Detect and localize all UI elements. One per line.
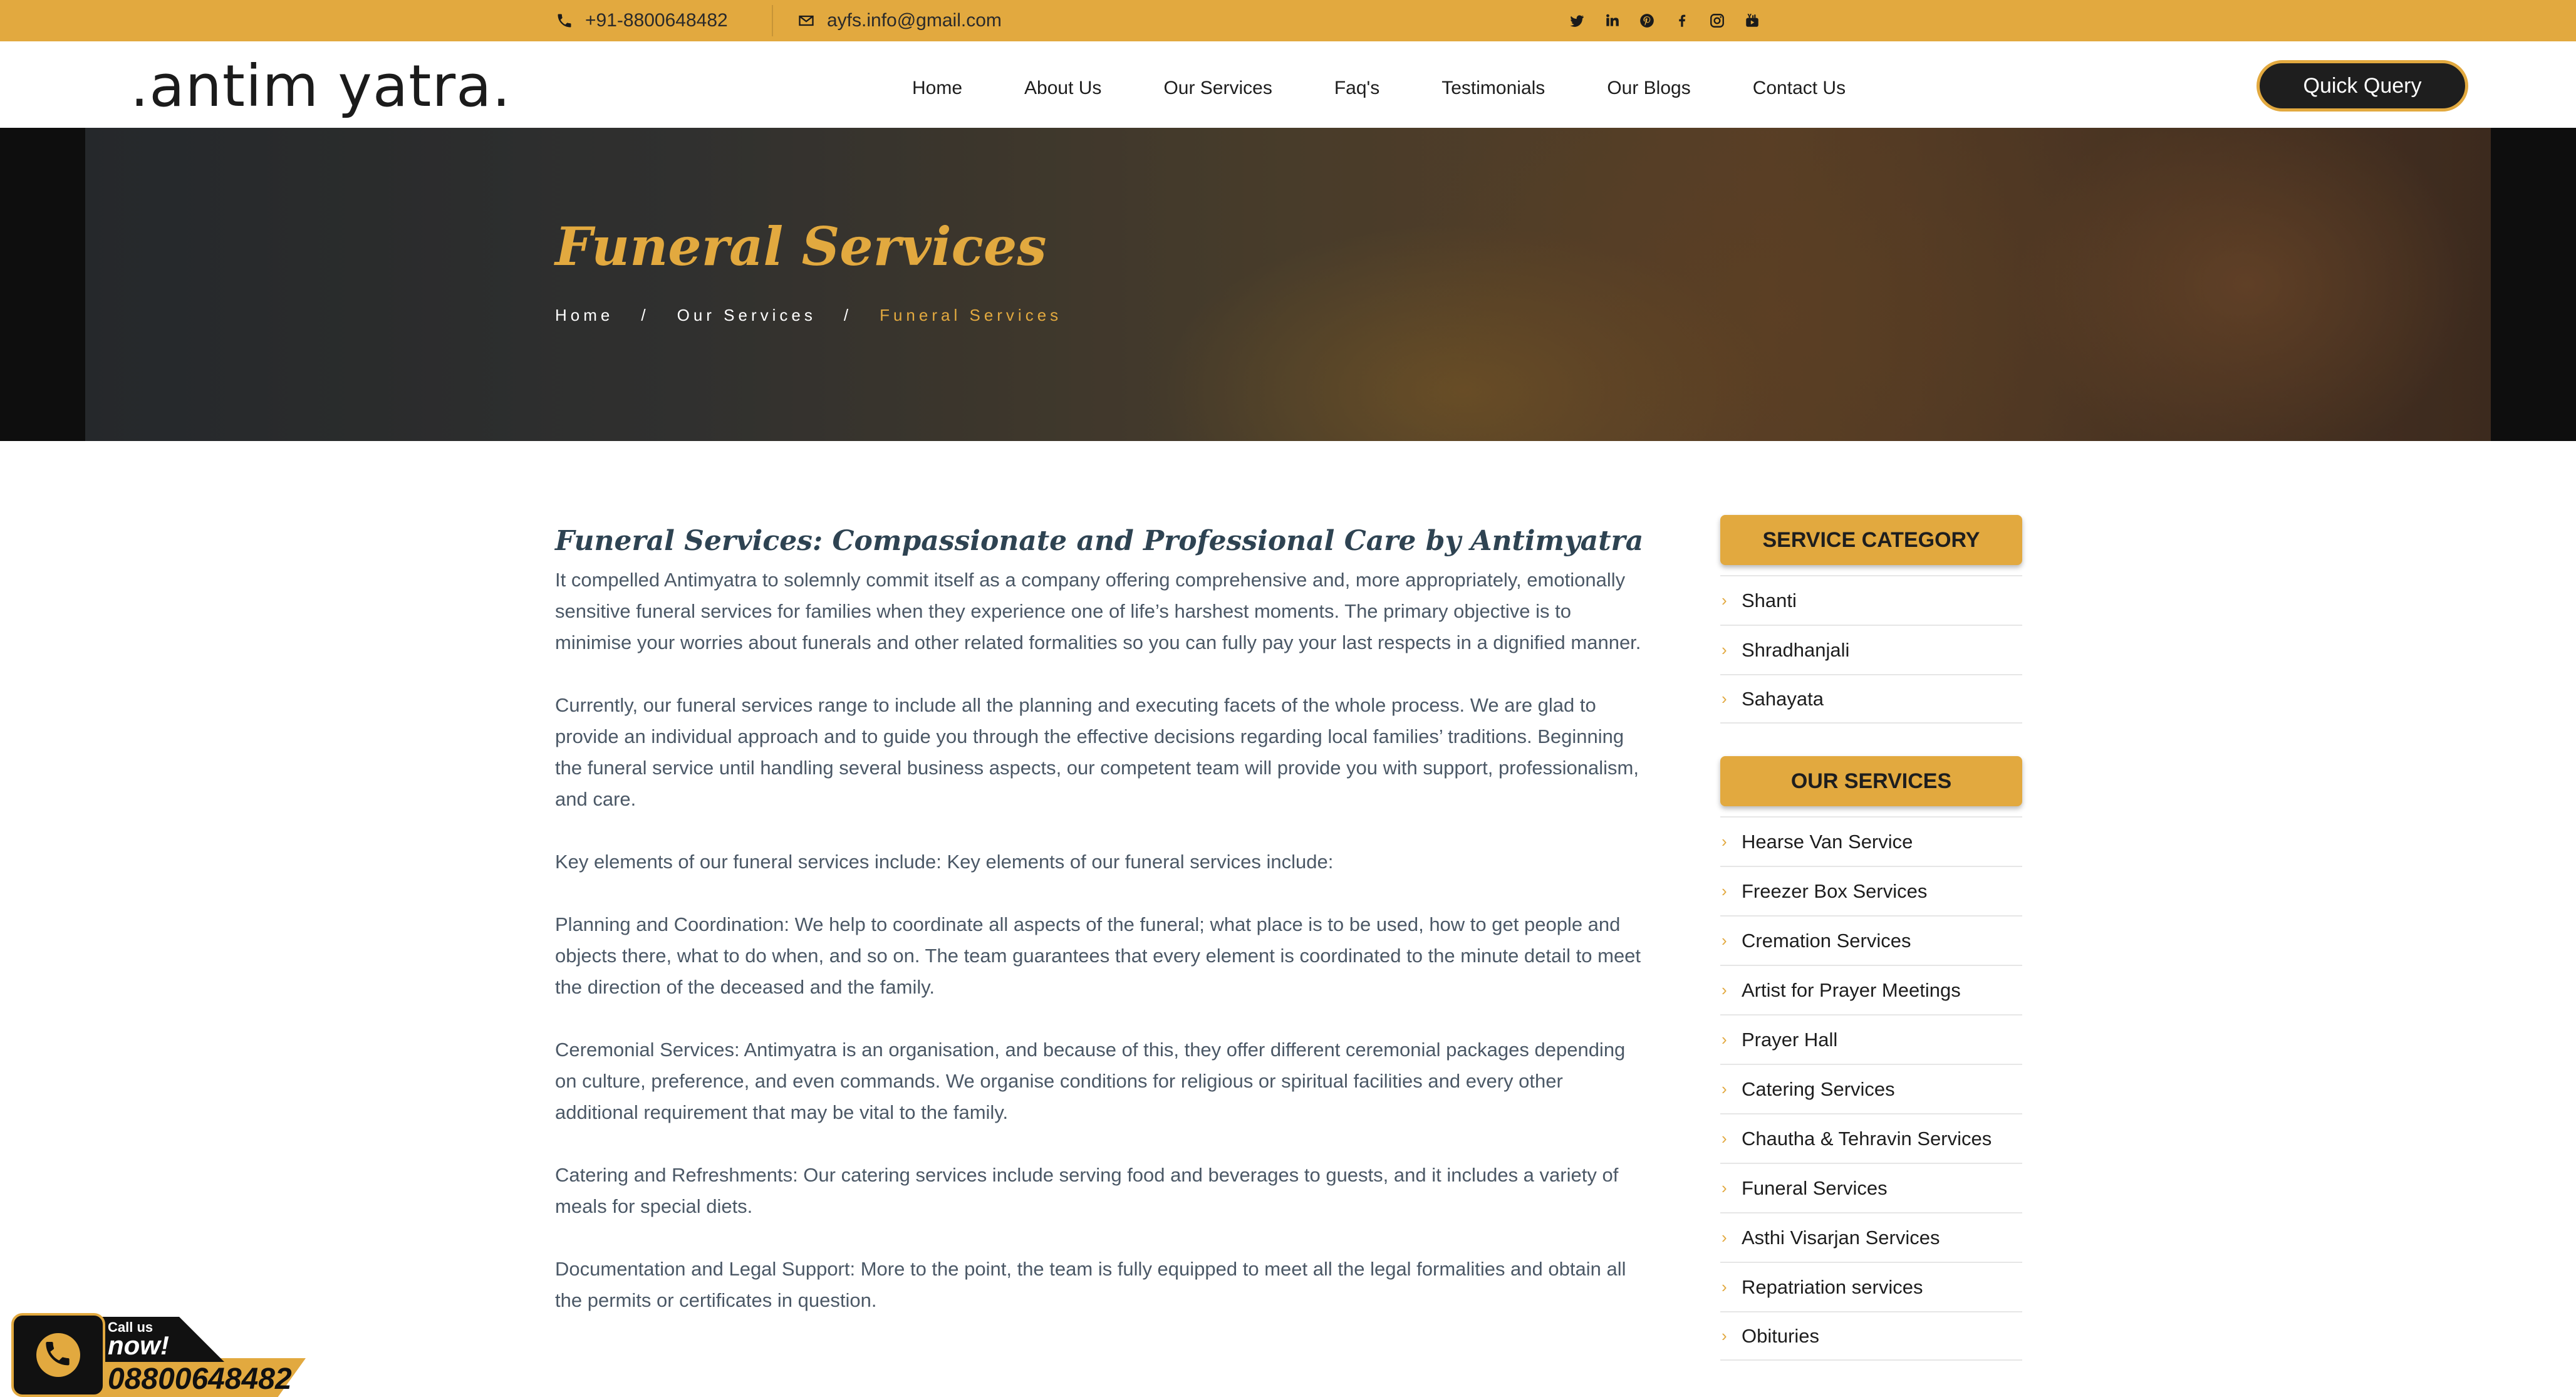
topbar-divider [772, 5, 773, 36]
chevron-right-icon: › [1722, 689, 1727, 708]
service-item-prayer-hall[interactable]: › Prayer Hall [1720, 1014, 2022, 1064]
category-item-label: Shanti [1742, 589, 1797, 611]
chevron-right-icon: › [1722, 591, 1727, 610]
page-banner: Funeral Services Home / Our Services / F… [0, 128, 2576, 441]
chevron-right-icon: › [1722, 1326, 1727, 1345]
service-item-label: Freezer Box Services [1742, 880, 1928, 902]
category-item-label: Shradhanjali [1742, 638, 1850, 661]
main-nav: Home About Us Our Services Faq's Testimo… [912, 41, 1908, 135]
service-item-cremation[interactable]: › Cremation Services [1720, 915, 2022, 965]
email-contact[interactable]: ayfs.info@gmail.com [796, 0, 1002, 41]
social-links [1567, 0, 1762, 41]
chevron-right-icon: › [1722, 1228, 1727, 1247]
chevron-right-icon: › [1722, 881, 1727, 900]
quick-query-button[interactable]: Quick Query [2257, 60, 2468, 112]
chevron-right-icon: › [1722, 931, 1727, 950]
top-bar: +91-8800648482 ayfs.info@gmail.com [0, 0, 2576, 41]
service-item-label: Funeral Services [1742, 1176, 1888, 1199]
our-services-list: › Hearse Van Service › Freezer Box Service… [1720, 816, 2022, 1361]
service-item-label: Cremation Services [1742, 929, 1911, 952]
service-item-label: Catering Services [1742, 1078, 1895, 1100]
category-item-label: Sahayata [1742, 687, 1824, 710]
chevron-right-icon: › [1722, 1079, 1727, 1098]
breadcrumb-separator: / [843, 306, 853, 325]
article-paragraph: Key elements of our funeral services inc… [555, 851, 1334, 873]
chevron-right-icon: › [1722, 1277, 1727, 1296]
call-now-label: now! [108, 1331, 169, 1360]
phone-contact[interactable]: +91-8800648482 [554, 0, 728, 41]
service-item-label: Asthi Visarjan Services [1742, 1226, 1940, 1249]
service-item-chautha-tehravin[interactable]: › Chautha & Tehravin Services [1720, 1113, 2022, 1163]
chevron-right-icon: › [1722, 1178, 1727, 1197]
service-item-label: Hearse Van Service [1742, 830, 1913, 853]
nav-contact-us[interactable]: Contact Us [1753, 78, 1846, 99]
sidebar: SERVICE CATEGORY › Shanti › Shradhanjali ›… [1720, 515, 2022, 1361]
phone-number: +91-8800648482 [585, 10, 728, 31]
breadcrumb: Home / Our Services / Funeral Services [555, 306, 1062, 325]
breadcrumb-our-services[interactable]: Our Services [677, 306, 816, 325]
instagram-icon[interactable] [1708, 11, 1727, 30]
article-paragraph: Currently, our funeral services range to… [555, 694, 1639, 810]
breadcrumb-home[interactable]: Home [555, 306, 613, 325]
service-item-repatriation[interactable]: › Repatriation services [1720, 1262, 2022, 1311]
call-number: 08800648482 [108, 1363, 292, 1396]
nav-home[interactable]: Home [912, 78, 962, 99]
nav-our-services[interactable]: Our Services [1163, 78, 1272, 99]
service-item-label: Prayer Hall [1742, 1028, 1838, 1051]
article-paragraph: Documentation and Legal Support: More to… [555, 1258, 1626, 1311]
article-paragraph: Ceremonial Services: Antimyatra is an or… [555, 1039, 1626, 1123]
site-logo[interactable]: .antim yatra. [130, 53, 511, 120]
nav-testimonials[interactable]: Testimonials [1441, 78, 1545, 99]
site-header: .antim yatra. Home About Us Our Services… [0, 41, 2576, 128]
article-paragraph: Planning and Coordination: We help to co… [555, 913, 1641, 998]
service-item-obituries[interactable]: › Obituries [1720, 1311, 2022, 1361]
call-now-badge[interactable]: Call us now! 08800648482 [11, 1313, 306, 1397]
service-item-hearse-van[interactable]: › Hearse Van Service [1720, 816, 2022, 866]
email-address: ayfs.info@gmail.com [827, 10, 1002, 31]
youtube-icon[interactable] [1743, 11, 1762, 30]
service-category-heading: SERVICE CATEGORY [1720, 515, 2022, 565]
chevron-right-icon: › [1722, 1030, 1727, 1049]
chevron-right-icon: › [1722, 832, 1727, 851]
nav-our-blogs[interactable]: Our Blogs [1607, 78, 1690, 99]
breadcrumb-separator: / [641, 306, 650, 325]
service-category-list: › Shanti › Shradhanjali › Sahayata [1720, 575, 2022, 724]
article-paragraph: It compelled Antimyatra to solemnly comm… [555, 569, 1641, 653]
nav-about-us[interactable]: About Us [1024, 78, 1101, 99]
article-heading: Funeral Services: Compassionate and Prof… [555, 525, 1644, 557]
nav-faqs[interactable]: Faq's [1334, 78, 1379, 99]
category-item-shanti[interactable]: › Shanti [1720, 575, 2022, 625]
service-item-label: Repatriation services [1742, 1275, 1923, 1298]
service-item-funeral[interactable]: › Funeral Services [1720, 1163, 2022, 1212]
pinterest-icon[interactable] [1638, 11, 1656, 30]
page-title: Funeral Services [555, 216, 1047, 278]
category-item-shradhanjali[interactable]: › Shradhanjali [1720, 625, 2022, 674]
service-item-freezer-box[interactable]: › Freezer Box Services [1720, 866, 2022, 915]
service-item-catering[interactable]: › Catering Services [1720, 1064, 2022, 1113]
phone-icon [554, 10, 575, 31]
category-item-sahayata[interactable]: › Sahayata [1720, 674, 2022, 724]
twitter-icon[interactable] [1567, 11, 1586, 30]
article-paragraph: Catering and Refreshments: Our catering … [555, 1164, 1619, 1217]
service-item-asthi-visarjan[interactable]: › Asthi Visarjan Services [1720, 1212, 2022, 1262]
chevron-right-icon: › [1722, 640, 1727, 659]
chevron-right-icon: › [1722, 1129, 1727, 1148]
mail-icon [796, 10, 817, 31]
service-item-label: Artist for Prayer Meetings [1742, 979, 1961, 1001]
phone-ring-icon [11, 1313, 105, 1397]
linkedin-icon[interactable] [1602, 11, 1621, 30]
our-services-heading: OUR SERVICES [1720, 756, 2022, 806]
breadcrumb-current: Funeral Services [880, 306, 1062, 325]
chevron-right-icon: › [1722, 980, 1727, 999]
service-item-artist-prayer[interactable]: › Artist for Prayer Meetings [1720, 965, 2022, 1014]
service-item-label: Obituries [1742, 1324, 1820, 1347]
article-content: Funeral Services: Compassionate and Prof… [555, 525, 1645, 1348]
facebook-icon[interactable] [1673, 11, 1691, 30]
service-item-label: Chautha & Tehravin Services [1742, 1127, 1992, 1150]
